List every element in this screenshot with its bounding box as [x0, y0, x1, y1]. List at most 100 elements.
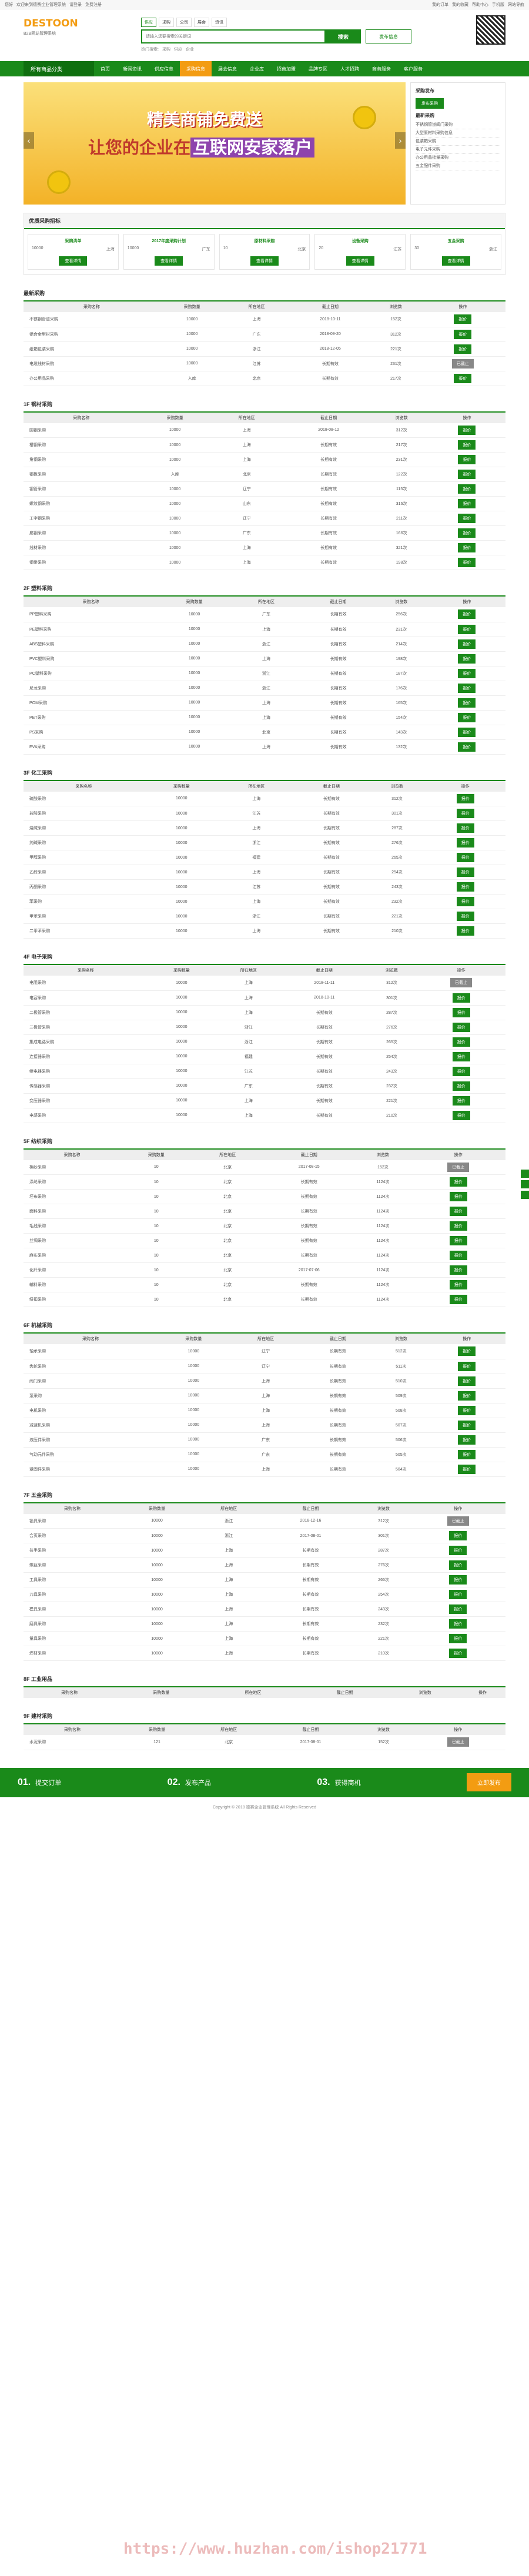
- table-cell[interactable]: 磨具采购: [24, 1616, 121, 1632]
- quote-button[interactable]: 报价: [452, 1022, 470, 1032]
- publish-button[interactable]: 发布信息: [366, 29, 411, 43]
- quote-button[interactable]: 报价: [456, 882, 474, 892]
- table-cell[interactable]: 硫酸采购: [24, 791, 144, 806]
- quote-button[interactable]: 报价: [449, 1236, 467, 1245]
- table-cell[interactable]: 电缆线材采购: [24, 356, 160, 371]
- table-cell[interactable]: 铝合金型材采购: [24, 327, 160, 342]
- side-list-item[interactable]: 五金配件采购: [416, 162, 500, 170]
- table-cell[interactable]: 轴承采购: [24, 1344, 158, 1359]
- table-cell[interactable]: 纸箱包装采购: [24, 341, 160, 357]
- nav-item[interactable]: 品牌专区: [302, 61, 334, 76]
- quote-button[interactable]: 报价: [458, 609, 476, 619]
- table-cell[interactable]: 变压器采购: [24, 1093, 148, 1108]
- table-cell[interactable]: 钢带采购: [24, 555, 139, 570]
- quote-button[interactable]: 已截止: [447, 1737, 469, 1747]
- table-cell[interactable]: 三极管采购: [24, 1020, 148, 1035]
- quote-button[interactable]: 报价: [456, 912, 474, 921]
- table-cell[interactable]: 工字钢采购: [24, 511, 139, 526]
- card-title[interactable]: 五金采购: [414, 238, 497, 244]
- quote-button[interactable]: 报价: [449, 1604, 467, 1614]
- quote-button[interactable]: 报价: [449, 1575, 467, 1585]
- nav-item[interactable]: 商务服务: [366, 61, 397, 76]
- table-cell[interactable]: 气动元件采购: [24, 1447, 158, 1462]
- card-detail-button[interactable]: 查看详情: [441, 256, 470, 266]
- nav-item[interactable]: 人才招聘: [334, 61, 366, 76]
- quote-button[interactable]: 报价: [458, 1346, 476, 1356]
- quote-button[interactable]: 报价: [458, 1449, 476, 1459]
- quote-button[interactable]: 报价: [456, 793, 474, 803]
- quote-button[interactable]: 报价: [458, 639, 476, 649]
- table-cell[interactable]: 钢板采购: [24, 467, 139, 482]
- quote-button[interactable]: 报价: [449, 1619, 467, 1629]
- quote-button[interactable]: 报价: [458, 1391, 476, 1401]
- publish-now-button[interactable]: 立即发布: [467, 1773, 511, 1791]
- search-tab[interactable]: 供应: [141, 18, 156, 27]
- table-cell[interactable]: 电感采购: [24, 1108, 148, 1123]
- search-tab[interactable]: 公司: [176, 18, 192, 27]
- search-tab[interactable]: 展会: [194, 18, 209, 27]
- quote-button[interactable]: 报价: [458, 698, 476, 708]
- quote-button[interactable]: 报价: [452, 1066, 470, 1076]
- table-cell[interactable]: 阀门采购: [24, 1374, 158, 1389]
- table-cell[interactable]: 纯碱采购: [24, 835, 144, 850]
- nav-item[interactable]: 招商加盟: [270, 61, 302, 76]
- quote-button[interactable]: 报价: [449, 1221, 467, 1231]
- card-detail-button[interactable]: 查看详情: [250, 256, 279, 266]
- quote-button[interactable]: 已截止: [450, 978, 473, 988]
- quote-button[interactable]: 报价: [454, 344, 472, 354]
- table-cell[interactable]: 涤纶采购: [24, 1174, 120, 1190]
- table-cell[interactable]: 圆钢采购: [24, 423, 139, 438]
- quote-button[interactable]: 报价: [458, 654, 476, 664]
- table-cell[interactable]: 集成电路采购: [24, 1034, 148, 1050]
- table-cell[interactable]: 二极管采购: [24, 1005, 148, 1020]
- table-cell[interactable]: 钢管采购: [24, 481, 139, 497]
- side-list-item[interactable]: 电子元件采购: [416, 146, 500, 154]
- table-cell[interactable]: 丙酮采购: [24, 879, 144, 895]
- table-cell[interactable]: 麻布采购: [24, 1248, 120, 1263]
- quote-button[interactable]: 报价: [449, 1560, 467, 1570]
- table-cell[interactable]: 模具采购: [24, 1602, 121, 1617]
- table-cell[interactable]: 化纤采购: [24, 1262, 120, 1278]
- card-title[interactable]: 2017年度采购计划: [128, 238, 210, 244]
- next-arrow-icon[interactable]: ›: [395, 132, 406, 149]
- hot-word[interactable]: 采购: [162, 46, 170, 52]
- topbar-link[interactable]: 帮助中心: [472, 2, 488, 8]
- search-tab[interactable]: 资讯: [212, 18, 227, 27]
- quote-button[interactable]: 报价: [458, 514, 476, 523]
- table-cell[interactable]: PE塑料采购: [24, 622, 159, 637]
- hero-banner[interactable]: 精美商铺免费送 让您的企业在 互联网安家落户 ‹ ›: [24, 82, 406, 205]
- search-tab[interactable]: 求购: [159, 18, 174, 27]
- table-cell[interactable]: 扁钢采购: [24, 525, 139, 541]
- quote-button[interactable]: 报价: [458, 742, 476, 752]
- table-cell[interactable]: 螺丝采购: [24, 1557, 121, 1573]
- quote-button[interactable]: 报价: [456, 926, 474, 936]
- quote-button[interactable]: 报价: [449, 1265, 467, 1275]
- table-cell[interactable]: PS采购: [24, 725, 159, 740]
- table-cell[interactable]: 尼龙采购: [24, 681, 159, 696]
- topbar-link[interactable]: 我的收藏: [452, 2, 468, 8]
- table-cell[interactable]: PVC塑料采购: [24, 651, 159, 666]
- quote-button[interactable]: 报价: [449, 1649, 467, 1658]
- table-cell[interactable]: 角钢采购: [24, 452, 139, 467]
- quote-button[interactable]: 报价: [458, 455, 476, 464]
- quote-button[interactable]: 报价: [458, 440, 476, 450]
- quote-button[interactable]: 报价: [458, 470, 476, 479]
- table-cell[interactable]: 齿轮采购: [24, 1359, 158, 1374]
- quote-button[interactable]: 报价: [456, 823, 474, 833]
- table-cell[interactable]: 甲苯采购: [24, 909, 144, 924]
- nav-item[interactable]: 新闻资讯: [116, 61, 148, 76]
- nav-item[interactable]: 供应信息: [148, 61, 180, 76]
- logo[interactable]: DESTOON B2B网站管理系统: [24, 18, 94, 39]
- side-list-item[interactable]: 不锈钢管道阀门采购: [416, 121, 500, 129]
- table-cell[interactable]: 螺纹钢采购: [24, 496, 139, 511]
- quote-button[interactable]: 报价: [449, 1177, 467, 1187]
- table-cell[interactable]: 甲醇采购: [24, 850, 144, 865]
- table-cell[interactable]: 乙醇采购: [24, 865, 144, 880]
- quote-button[interactable]: 报价: [454, 329, 472, 339]
- table-cell[interactable]: 锁具采购: [24, 1513, 121, 1529]
- table-cell[interactable]: 电阻采购: [24, 976, 148, 991]
- table-cell[interactable]: 电容采购: [24, 990, 148, 1006]
- quote-button[interactable]: 报价: [458, 727, 476, 737]
- quote-button[interactable]: 报价: [452, 993, 470, 1003]
- card-detail-button[interactable]: 查看详情: [59, 256, 88, 266]
